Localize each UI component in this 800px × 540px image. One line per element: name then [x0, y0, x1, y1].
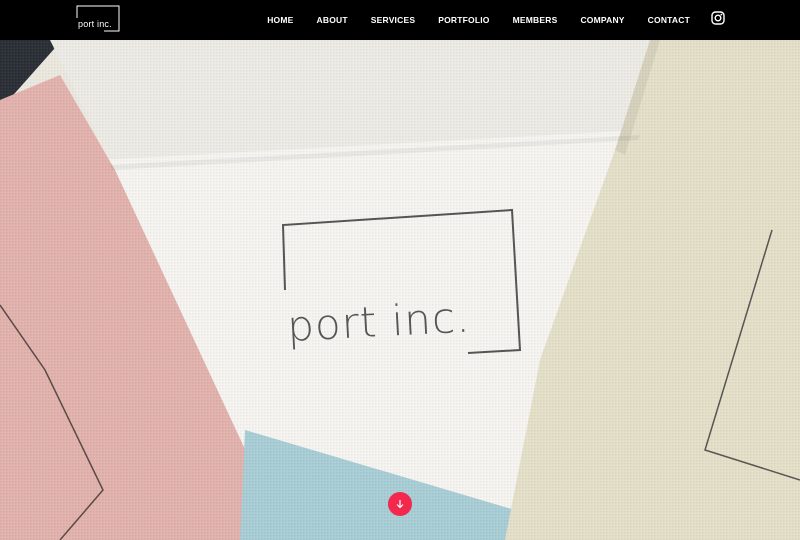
hero-logo-text: port inc. — [286, 292, 472, 351]
hero-section: port inc. — [0, 40, 800, 540]
nav-services[interactable]: SERVICES — [371, 15, 415, 25]
arrow-down-icon — [396, 500, 404, 509]
fabric-swatches-image — [0, 40, 800, 540]
instagram-icon[interactable] — [711, 11, 725, 25]
nav-home[interactable]: HOME — [267, 15, 293, 25]
nav-company[interactable]: COMPANY — [580, 15, 624, 25]
nav-about[interactable]: ABOUT — [317, 15, 348, 25]
logo-text: port inc. — [78, 19, 112, 29]
scroll-down-button[interactable] — [388, 492, 412, 516]
main-nav: HOME ABOUT SERVICES PORTFOLIO MEMBERS CO… — [267, 0, 690, 40]
nav-members[interactable]: MEMBERS — [513, 15, 558, 25]
nav-contact[interactable]: CONTACT — [648, 15, 690, 25]
logo-link[interactable]: port inc. — [76, 5, 120, 32]
nav-portfolio[interactable]: PORTFOLIO — [438, 15, 489, 25]
top-navbar: port inc. HOME ABOUT SERVICES PORTFOLIO … — [0, 0, 800, 40]
